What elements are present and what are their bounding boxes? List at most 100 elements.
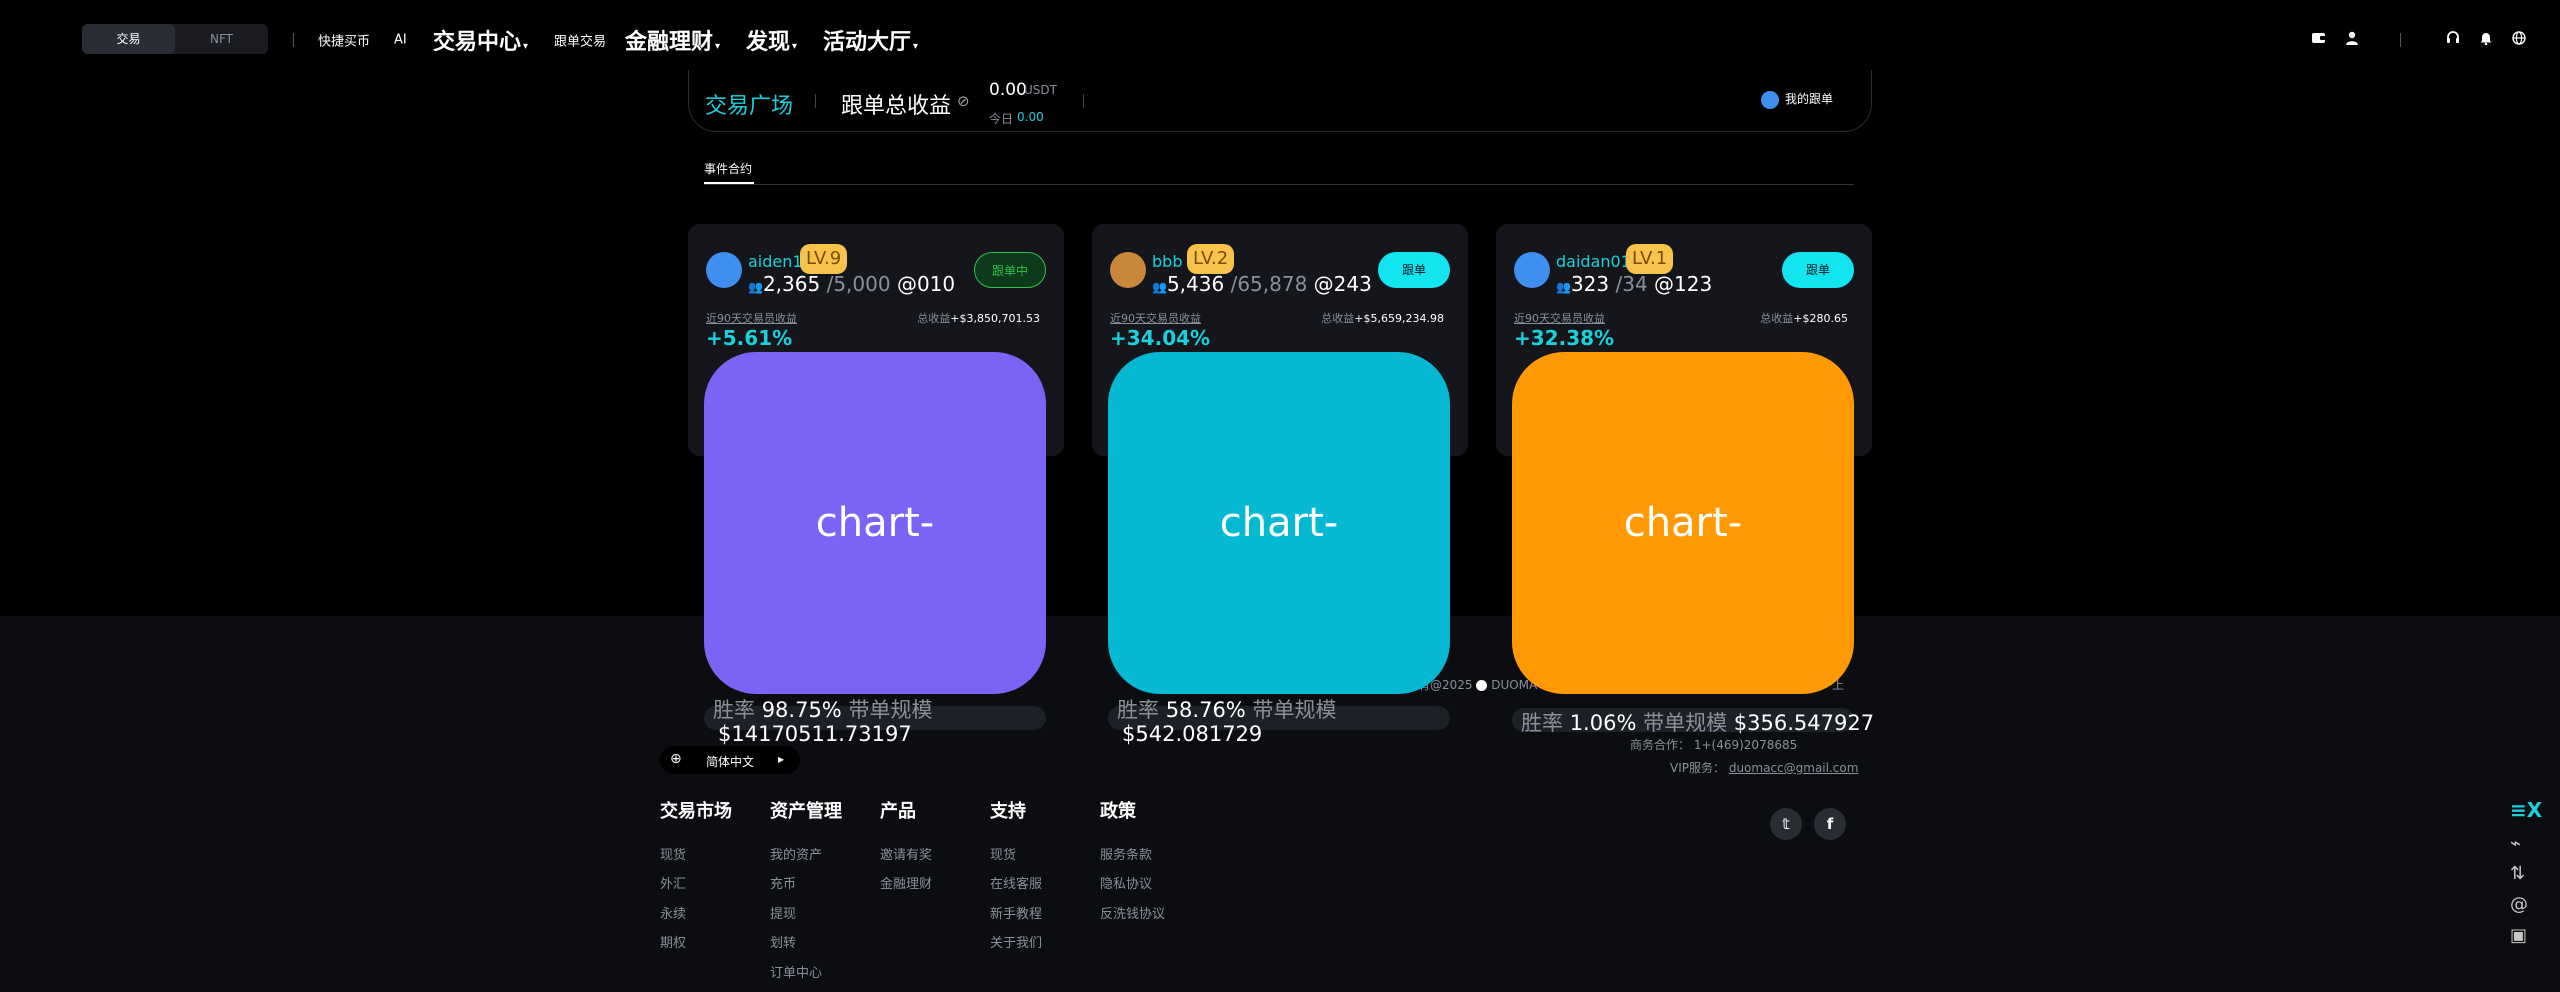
footer-link[interactable]: 邀请有奖 <box>880 844 932 863</box>
eye-off-icon[interactable]: ⊘ <box>957 92 970 110</box>
today-label: 今日 <box>989 112 1014 126</box>
footer-link[interactable]: 服务条款 <box>1100 844 1152 863</box>
top-nav: 交易 NFT 快捷买币 AI 交易中心 ▾ 跟单交易 金融理财 ▾ 发现 ▾ 活动大厅… <box>0 0 2560 80</box>
wallet-icon[interactable] <box>2311 32 2327 48</box>
trader-chart: chart- <box>704 352 1046 694</box>
scale-value: $542.081729 <box>1122 722 1263 746</box>
footer-link[interactable]: 提现 <box>770 903 796 922</box>
pulse-icon[interactable]: ⌁ <box>2510 834 2521 854</box>
wallet-small-icon[interactable]: ▣ <box>2510 926 2527 946</box>
exchange-logo-icon[interactable]: ≡X <box>2510 800 2542 820</box>
win-rate: 胜率 58.76% 带单规模 <box>1117 694 1336 724</box>
scale-label: 带单规模 <box>1252 698 1337 722</box>
footer-link[interactable]: 订单中心 <box>770 962 822 981</box>
total-earnings-value: 0.00 <box>989 80 1027 100</box>
win-rate-label: 胜率 <box>1521 711 1563 735</box>
total-earnings-label: 跟单总收益 <box>841 94 952 119</box>
user-icon[interactable] <box>2344 31 2360 49</box>
trader-handle: @123 <box>1654 272 1713 296</box>
total-earnings-label: 总收益 <box>1760 312 1794 325</box>
followers-icon: 👥 <box>1152 280 1167 294</box>
footer-link[interactable]: 永续 <box>660 903 686 922</box>
my-follow-link[interactable]: 我的跟单 <box>1761 90 1833 109</box>
footer-link[interactable]: 我的资产 <box>770 844 822 863</box>
chevron-down-icon: ▾ <box>523 41 529 52</box>
plaza-title[interactable]: 交易广场 <box>705 88 793 120</box>
win-rate-value: 98.75% <box>761 698 842 722</box>
copyright: 有@2025 DUOMA <box>1418 676 1537 693</box>
footer-link[interactable]: 金融理财 <box>880 873 932 892</box>
globe-icon[interactable] <box>2511 31 2527 49</box>
bell-icon[interactable] <box>2478 31 2494 49</box>
footer-link[interactable]: 充币 <box>770 873 796 892</box>
win-rate: 胜率 98.75% 带单规模 <box>713 694 932 724</box>
footer-col-title: 资产管理 <box>770 801 842 822</box>
level-badge: LV.1 <box>1626 244 1674 274</box>
nav-finance-label: 金融理财 <box>625 30 714 55</box>
avatar <box>1514 252 1550 288</box>
business-value: 1+(469)2078685 <box>1693 738 1798 752</box>
nav-copy-trading[interactable]: 跟单交易 <box>554 31 606 50</box>
win-rate-label: 胜率 <box>713 698 755 722</box>
twitter-icon[interactable]: 𝕥 <box>1770 808 1802 840</box>
headset-icon[interactable] <box>2445 31 2461 49</box>
footer-col-title: 产品 <box>880 801 916 822</box>
nav-quick-buy[interactable]: 快捷买币 <box>318 31 370 50</box>
facebook-icon[interactable]: f <box>1814 808 1846 840</box>
footer-link[interactable]: 外汇 <box>660 873 686 892</box>
nav-finance[interactable]: 金融理财 ▾ <box>625 24 720 56</box>
vip-contact: VIP服务： duomacc@gmail.com <box>1670 759 1858 776</box>
trader-chart: chart- <box>1512 352 1854 694</box>
footer-link[interactable]: 划转 <box>770 932 796 951</box>
nav-divider <box>293 33 294 47</box>
followers-count: 323 <box>1570 272 1610 296</box>
shield-badge-icon <box>1761 90 1779 109</box>
nav-discover-label: 发现 <box>746 30 791 55</box>
nav-ai[interactable]: AI <box>394 33 407 48</box>
nav-trade-center[interactable]: 交易中心 ▾ <box>433 24 528 56</box>
footer-link[interactable]: 现货 <box>660 844 686 863</box>
total-earnings: 总收益+$280.65 <box>1760 310 1848 326</box>
mode-tab-trade[interactable]: 交易 <box>82 24 175 54</box>
followers-icon: 👥 <box>748 280 763 294</box>
trader-handle: @243 <box>1313 272 1372 296</box>
total-earnings-value: +$3,850,701.53 <box>950 312 1040 325</box>
following-button[interactable]: 跟单中 <box>974 252 1046 288</box>
vip-email[interactable]: duomacc@gmail.com <box>1729 761 1859 775</box>
label-90d-earnings: 近90天交易员收益 <box>1514 312 1605 325</box>
language-label: 简体中文 <box>706 755 755 769</box>
footer-link[interactable]: 隐私协议 <box>1100 873 1152 892</box>
footer-link[interactable]: 关于我们 <box>990 932 1042 951</box>
trader-name[interactable]: aiden1 <box>748 252 803 271</box>
label-90d-earnings: 近90天交易员收益 <box>1110 312 1201 325</box>
follow-button[interactable]: 跟单 <box>1782 252 1854 288</box>
footer-col-title: 政策 <box>1100 801 1136 822</box>
followers-max: /65,878 <box>1230 272 1308 296</box>
total-earnings: 总收益+$3,850,701.53 <box>917 310 1040 326</box>
trader-name[interactable]: bbb <box>1152 252 1182 271</box>
footer-col-title: 交易市场 <box>660 801 732 822</box>
chevron-down-icon: ▾ <box>715 41 721 52</box>
followers-count: 2,365 <box>762 272 821 296</box>
footer-link[interactable]: 期权 <box>660 932 686 951</box>
footer-link[interactable]: 新手教程 <box>990 903 1042 922</box>
mode-tab-nft[interactable]: NFT <box>175 24 268 54</box>
business-label: 商务合作： <box>1630 738 1691 752</box>
footer-link[interactable]: 在线客服 <box>990 873 1042 892</box>
total-earnings-unit: USDT <box>1024 83 1057 97</box>
follow-button[interactable]: 跟单 <box>1378 252 1450 288</box>
level-badge: LV.9 <box>800 244 848 274</box>
swap-icon[interactable]: ⇅ <box>2510 864 2525 884</box>
nav-discover[interactable]: 发现 ▾ <box>746 24 797 56</box>
nav-activities[interactable]: 活动大厅 ▾ <box>823 24 918 56</box>
at-icon[interactable]: @ <box>2510 895 2528 915</box>
total-earnings: 总收益+$5,659,234.98 <box>1321 310 1444 326</box>
pnl-percent: +5.61% <box>706 326 793 350</box>
footer-link[interactable]: 现货 <box>990 844 1016 863</box>
nav-trade-center-label: 交易中心 <box>433 30 522 55</box>
trader-name[interactable]: daidan01 <box>1556 252 1631 271</box>
tab-event-contract[interactable]: 事件合约 <box>704 160 752 177</box>
footer-link[interactable]: 反洗钱协议 <box>1100 903 1165 922</box>
total-earnings-label: 总收益 <box>1321 312 1355 325</box>
language-selector[interactable]: ⊕ 简体中文 ▸ <box>660 746 800 774</box>
